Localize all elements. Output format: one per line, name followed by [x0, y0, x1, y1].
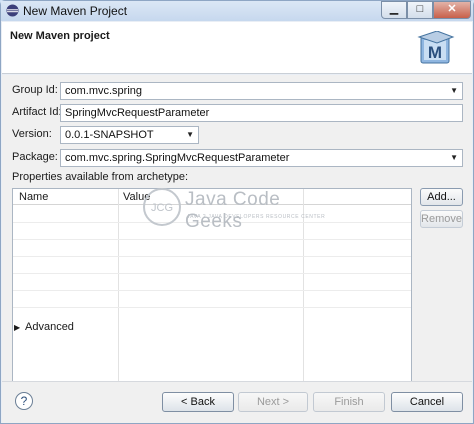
group-id-label: Group Id: — [12, 84, 58, 96]
column-divider — [118, 189, 119, 381]
finish-button[interactable]: Finish — [313, 392, 385, 412]
title-bar[interactable]: New Maven Project ▁ □ ✕ — [1, 1, 473, 21]
table-row — [13, 290, 411, 291]
column-value-header[interactable]: Value — [123, 191, 150, 203]
dialog-window: New Maven Project ▁ □ ✕ New Maven projec… — [0, 0, 474, 424]
table-row — [13, 273, 411, 274]
remove-property-button[interactable]: Remove — [420, 210, 463, 228]
chevron-down-icon[interactable]: ▼ — [186, 127, 194, 143]
package-value: com.mvc.spring.SpringMvcRequestParameter — [65, 152, 290, 164]
maven-logo-letter: M — [428, 43, 442, 62]
minimize-icon: ▁ — [389, 3, 399, 15]
package-combo[interactable]: com.mvc.spring.SpringMvcRequestParameter… — [60, 149, 463, 167]
advanced-section-toggle[interactable]: Advanced — [25, 321, 74, 333]
chevron-down-icon[interactable]: ▼ — [450, 150, 458, 166]
add-property-button[interactable]: Add... — [420, 188, 463, 206]
column-divider — [303, 189, 304, 381]
group-id-value: com.mvc.spring — [65, 85, 143, 97]
chevron-down-icon[interactable]: ▼ — [450, 83, 458, 99]
maven-logo-icon: M — [417, 31, 455, 64]
wizard-footer: ? < Back Next > Finish Cancel — [2, 381, 472, 423]
page-title: New Maven project — [10, 30, 110, 42]
close-icon: ✕ — [447, 3, 457, 15]
table-row — [13, 239, 411, 240]
maximize-button[interactable]: □ — [407, 1, 433, 19]
triangle-right-icon[interactable]: ▶ — [14, 323, 20, 332]
properties-table[interactable]: Name Value — [12, 188, 412, 382]
table-row — [13, 307, 411, 308]
artifact-id-value: SpringMvcRequestParameter — [65, 107, 210, 119]
table-row — [13, 222, 411, 223]
maximize-icon: □ — [416, 3, 424, 15]
wizard-header: New Maven project M — [2, 22, 472, 74]
window-title: New Maven Project — [23, 4, 128, 18]
minimize-button[interactable]: ▁ — [381, 1, 407, 19]
version-combo[interactable]: 0.0.1-SNAPSHOT ▼ — [60, 126, 199, 144]
eclipse-icon — [6, 4, 19, 17]
column-name-header[interactable]: Name — [19, 191, 48, 203]
wizard-content: Group Id: com.mvc.spring ▼ Artifact Id: … — [2, 75, 472, 382]
artifact-id-field[interactable]: SpringMvcRequestParameter — [60, 104, 463, 122]
version-value: 0.0.1-SNAPSHOT — [65, 129, 154, 141]
close-button[interactable]: ✕ — [433, 1, 471, 19]
package-label: Package: — [12, 151, 58, 163]
back-button[interactable]: < Back — [162, 392, 234, 412]
help-button[interactable]: ? — [15, 392, 33, 410]
cancel-button[interactable]: Cancel — [391, 392, 463, 412]
group-id-combo[interactable]: com.mvc.spring ▼ — [60, 82, 463, 100]
artifact-id-label: Artifact Id: — [12, 106, 62, 118]
properties-label: Properties available from archetype: — [12, 171, 189, 183]
table-row — [13, 256, 411, 257]
next-button[interactable]: Next > — [238, 392, 308, 412]
help-icon: ? — [20, 394, 28, 408]
table-header: Name Value — [13, 189, 411, 205]
version-label: Version: — [12, 128, 52, 140]
